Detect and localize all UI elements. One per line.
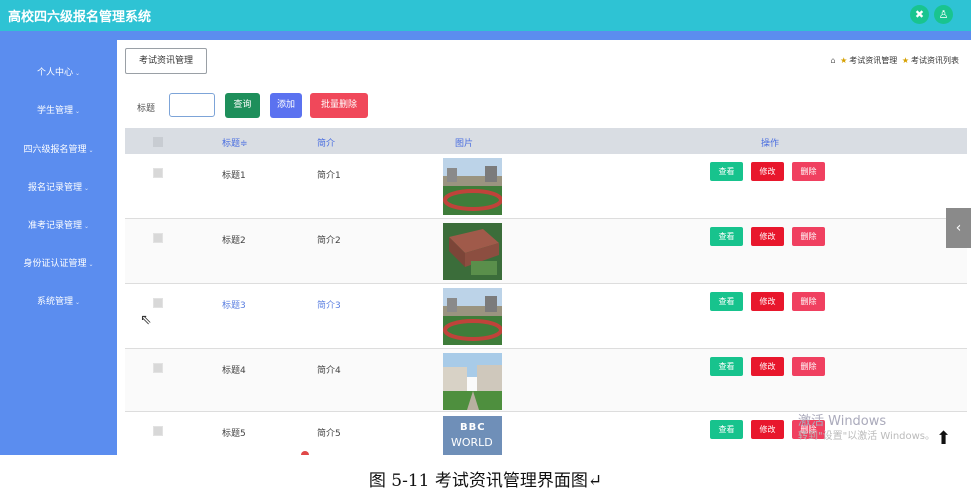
search-input[interactable]	[169, 93, 215, 117]
sidebar-item-system[interactable]: 系统管理 ⌄	[0, 294, 117, 307]
main-content: 考试资讯管理 ⌂ ★ 考试资讯管理 ★ 考试资讯列表 标题 查询 添加 批量删除 标…	[117, 40, 971, 455]
view-button[interactable]: 查看	[710, 420, 743, 439]
chevron-down-icon: ⌄	[74, 70, 81, 77]
column-header-actions: 操作	[761, 139, 780, 149]
star-icon: ★	[901, 56, 909, 65]
view-button[interactable]: 查看	[710, 227, 743, 246]
top-bar: 高校四六级报名管理系统 ✖ ♙	[0, 0, 971, 31]
row-intro: 简介1	[317, 171, 341, 181]
table-header: 标题≑ 简介 图片 操作	[125, 128, 967, 154]
sidebar-item-registration-records[interactable]: 报名记录管理 ⌄	[0, 180, 117, 193]
sidebar-item-label: 报名记录管理	[27, 183, 82, 193]
bbc-logo-text: BBC	[460, 422, 486, 433]
chevron-down-icon: ⌄	[88, 147, 94, 154]
user-icon[interactable]: ♙	[934, 5, 953, 24]
sidebar-item-personal-center[interactable]: 个人中心 ⌄	[0, 65, 117, 78]
edit-button[interactable]: 修改	[751, 162, 784, 181]
windows-activation-hint: 转到"设置"以激活 Windows。	[798, 431, 936, 442]
column-header-image: 图片	[455, 139, 474, 149]
row-title: 标题2	[222, 236, 246, 246]
expand-icon[interactable]: ✖	[910, 5, 929, 24]
chevron-down-icon: ⌄	[88, 261, 94, 268]
row-checkbox[interactable]	[153, 168, 163, 178]
chevron-down-icon: ⌄	[74, 299, 81, 306]
sidebar-item-cet-registration[interactable]: 四六级报名管理 ⌄	[0, 142, 117, 155]
tab-exam-news[interactable]: 考试资讯管理	[125, 48, 207, 74]
breadcrumb-item[interactable]: 考试资讯管理	[849, 56, 897, 65]
column-header-intro: 简介	[317, 139, 336, 149]
row-title: 标题5	[222, 429, 246, 439]
chevron-down-icon: ⌄	[83, 223, 90, 230]
row-title: 标题4	[222, 366, 246, 376]
star-icon: ★	[840, 56, 848, 65]
row-checkbox[interactable]	[153, 426, 163, 436]
delete-button[interactable]: 删除	[792, 292, 825, 311]
table-row: 标题2 简介2 查看 修改 删除	[125, 219, 967, 284]
bbc-world-news-thumbnail: BBC WORLD	[443, 416, 502, 455]
select-all-checkbox[interactable]	[153, 137, 163, 147]
row-checkbox[interactable]	[153, 233, 163, 243]
view-button[interactable]: 查看	[710, 162, 743, 181]
sidebar-item-label: 学生管理	[36, 106, 73, 116]
sidebar-item-students[interactable]: 学生管理 ⌄	[0, 103, 117, 116]
scroll-indicator	[301, 451, 309, 455]
add-button[interactable]: 添加	[270, 93, 302, 118]
chevron-down-icon: ⌄	[83, 185, 90, 192]
sidebar: 个人中心 ⌄ 学生管理 ⌄ 四六级报名管理 ⌄ 报名记录管理 ⌄ 准考记录管理 ⌄ 身份证…	[0, 40, 117, 455]
delete-button[interactable]: 删除	[792, 227, 825, 246]
breadcrumb: ⌂ ★ 考试资讯管理 ★ 考试资讯列表	[830, 55, 959, 66]
sidebar-item-label: 准考记录管理	[27, 221, 82, 231]
table-row: 标题4 简介4 查看 修改 删除	[125, 349, 967, 412]
row-title: 标题1	[222, 171, 246, 181]
query-button[interactable]: 查询	[225, 93, 260, 118]
app-title: 高校四六级报名管理系统	[8, 10, 152, 25]
view-button[interactable]: 查看	[710, 357, 743, 376]
row-checkbox[interactable]	[153, 363, 163, 373]
delete-button[interactable]: 删除	[792, 357, 825, 376]
delete-button[interactable]: 删除	[792, 162, 825, 181]
world-logo-text: WORLD	[451, 436, 493, 449]
back-to-top-icon[interactable]: ⬆	[936, 428, 951, 449]
view-button[interactable]: 查看	[710, 292, 743, 311]
sidebar-item-id-verification[interactable]: 身份证认证管理 ⌄	[0, 256, 117, 269]
chevron-left-icon[interactable]: ‹	[946, 208, 971, 248]
table-row: 标题1 简介1 查看 修改 删除	[125, 154, 967, 219]
batch-delete-button[interactable]: 批量删除	[310, 93, 368, 118]
mouse-cursor-icon: ⇖	[140, 312, 152, 328]
sidebar-item-label: 个人中心	[36, 68, 73, 78]
breadcrumb-item: 考试资讯列表	[911, 56, 959, 65]
campus-track-thumbnail	[443, 288, 502, 345]
sidebar-item-label: 身份证认证管理	[23, 259, 87, 269]
campus-track-thumbnail	[443, 158, 502, 215]
table-row: 标题3 简介3 查看 修改 删除	[125, 284, 967, 349]
edit-button[interactable]: 修改	[751, 227, 784, 246]
row-intro: 简介3	[317, 301, 341, 311]
row-intro: 简介2	[317, 236, 341, 246]
search-label: 标题	[137, 104, 156, 114]
figure-caption: 图 5-11 考试资讯管理界面图↵	[368, 471, 603, 491]
row-intro: 简介4	[317, 366, 341, 376]
header-strip	[0, 31, 971, 40]
campus-aerial-thumbnail	[443, 223, 502, 280]
campus-buildings-thumbnail	[443, 353, 502, 410]
sidebar-item-label: 四六级报名管理	[23, 145, 87, 155]
sidebar-item-label: 系统管理	[36, 297, 73, 307]
edit-button[interactable]: 修改	[751, 357, 784, 376]
row-intro: 简介5	[317, 429, 341, 439]
chevron-down-icon: ⌄	[74, 108, 81, 115]
edit-button[interactable]: 修改	[751, 420, 784, 439]
row-checkbox[interactable]	[153, 298, 163, 308]
sidebar-item-admission-records[interactable]: 准考记录管理 ⌄	[0, 218, 117, 231]
column-header-title[interactable]: 标题≑	[222, 136, 248, 149]
row-title: 标题3	[222, 301, 246, 311]
edit-button[interactable]: 修改	[751, 292, 784, 311]
home-icon[interactable]: ⌂	[830, 56, 835, 65]
